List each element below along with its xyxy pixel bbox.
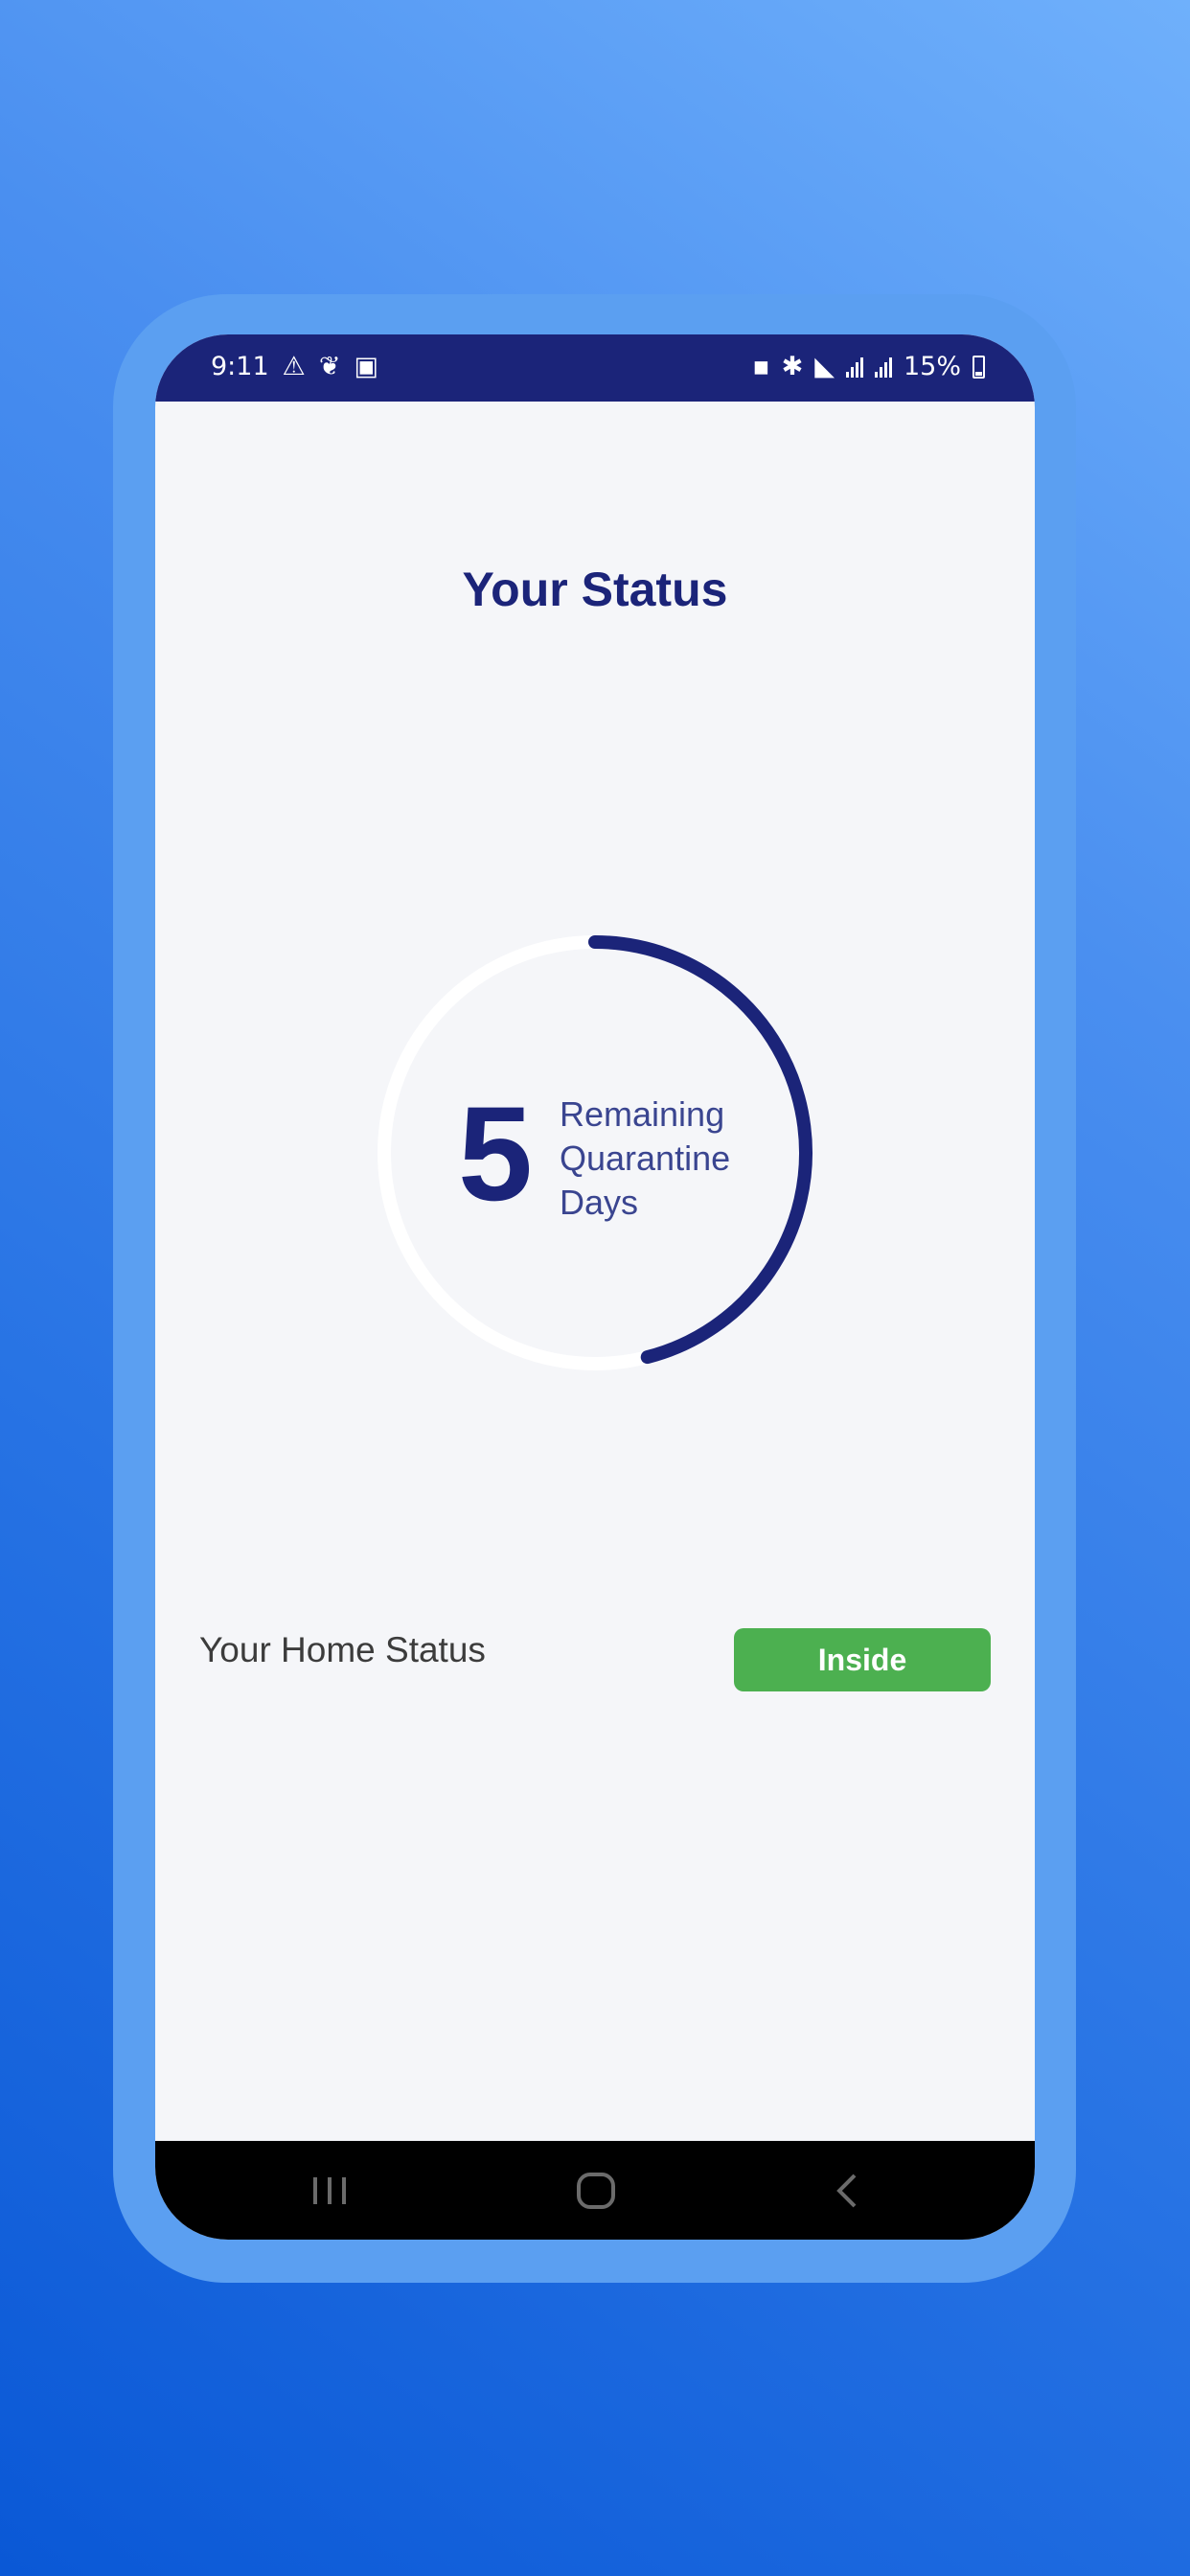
remaining-days-label-line: Remaining (560, 1094, 725, 1134)
leaf-icon: ❦ (318, 352, 341, 381)
remaining-days-label: Remaining Quarantine Days (560, 1092, 730, 1225)
phone-screen: 9:11 ⚠ ❦ ▣ ▪ ✱ ◣ 15% Your Status 5 Remai… (155, 334, 1035, 2240)
bluetooth-icon: ✱ (781, 352, 804, 381)
recent-apps-icon[interactable] (301, 2168, 358, 2214)
navigation-bar (155, 2141, 1035, 2240)
remaining-days-label-line: Quarantine (560, 1138, 731, 1178)
home-status-label: Your Home Status (199, 1630, 486, 1669)
mute-icon: ◣ (814, 352, 835, 381)
status-time: 9:11 (211, 352, 269, 381)
notification-icon: ⚠ (282, 352, 306, 381)
battery-icon (973, 355, 985, 379)
volte-signal-icon (874, 356, 892, 378)
home-icon[interactable] (567, 2168, 625, 2214)
status-bar-right: ▪ ✱ ◣ 15% (752, 352, 985, 381)
4g-signal-icon (845, 356, 863, 378)
back-icon[interactable] (818, 2168, 876, 2214)
remaining-days-number: 5 (458, 1078, 533, 1229)
lock-icon: ▪ (752, 352, 770, 381)
home-status-badge[interactable]: Inside (734, 1628, 991, 1691)
remaining-days-label-line: Days (560, 1183, 639, 1222)
status-bar: 9:11 ⚠ ❦ ▣ ▪ ✱ ◣ 15% (155, 334, 1035, 402)
page-title: Your Status (462, 563, 728, 616)
battery-percent: 15% (903, 352, 961, 381)
image-icon: ▣ (354, 352, 378, 381)
status-bar-left: 9:11 ⚠ ❦ ▣ (211, 352, 378, 381)
